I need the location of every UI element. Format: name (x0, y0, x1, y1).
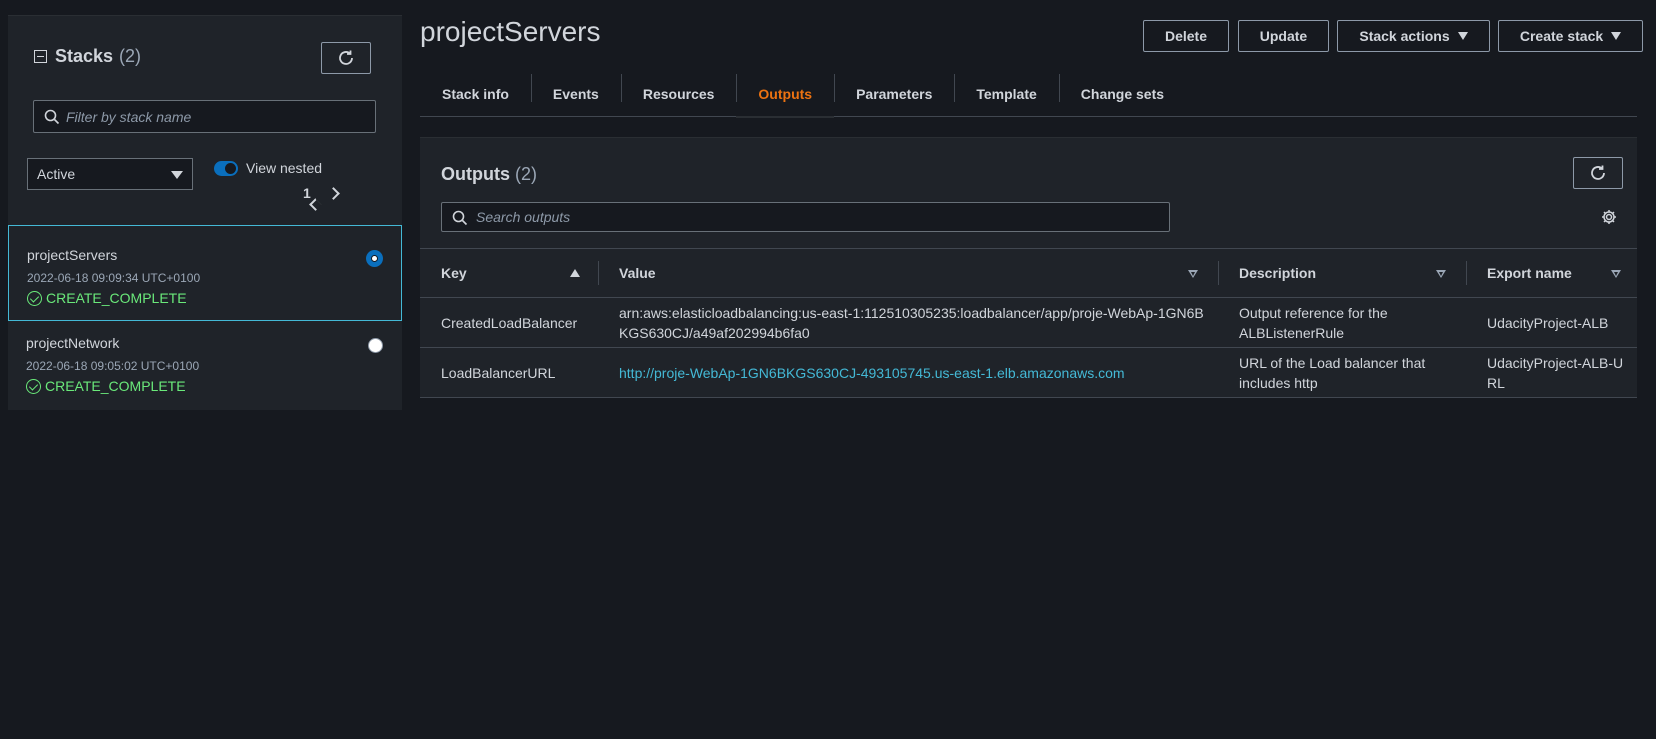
stack-actions-label: Stack actions (1359, 28, 1450, 44)
sort-asc-icon[interactable] (570, 269, 580, 277)
create-stack-label: Create stack (1519, 28, 1604, 44)
stack-status: CREATE_COMPLETE (27, 290, 383, 306)
chevron-left-icon[interactable] (309, 198, 322, 211)
cell-export-name: UdacityProject-ALB-URL (1487, 354, 1624, 391)
sort-desc-icon[interactable] (1188, 270, 1198, 278)
table-row: CreatedLoadBalancer arn:aws:elasticloadb… (420, 298, 1637, 348)
table-row: LoadBalancerURL http://proje-WebAp-1GN6B… (420, 348, 1637, 398)
column-label: Export name (1487, 265, 1572, 281)
outputs-title: Outputs (441, 164, 510, 184)
sort-desc-icon[interactable] (1611, 270, 1621, 278)
stacks-count: (2) (119, 46, 142, 66)
column-label: Value (619, 265, 656, 281)
gear-icon[interactable] (1601, 209, 1617, 225)
update-button[interactable]: Update (1238, 20, 1329, 52)
view-nested-toggle[interactable] (214, 161, 238, 176)
caret-down-icon (171, 171, 183, 179)
cell-key: CreatedLoadBalancer (441, 314, 578, 331)
check-circle-icon (26, 378, 41, 394)
stack-actions-button[interactable]: Stack actions (1337, 20, 1490, 52)
outputs-count: (2) (515, 164, 538, 184)
stack-filter-input[interactable] (66, 108, 375, 125)
column-header-key[interactable]: Key (420, 249, 598, 297)
stacks-panel: Stacks (2) Active View nested 1 projectS… (8, 15, 402, 410)
tab-change-sets[interactable]: Change sets (1058, 70, 1186, 117)
outputs-panel: Outputs (2) Key Value Description (420, 137, 1637, 398)
stack-name[interactable]: projectServers (27, 247, 383, 263)
stack-item[interactable]: projectNetwork 2022-06-18 09:05:02 UTC+0… (8, 314, 402, 410)
stack-filter-field[interactable] (33, 100, 376, 133)
stack-radio[interactable] (368, 338, 383, 353)
outputs-search-input[interactable] (476, 209, 1169, 225)
tab-resources[interactable]: Resources (620, 70, 737, 117)
column-label: Key (441, 265, 467, 281)
caret-down-icon (1611, 32, 1622, 40)
page-number[interactable]: 1 (303, 185, 311, 201)
outputs-search-field[interactable] (441, 202, 1170, 232)
cell-description: Output reference for the ALBListenerRule (1239, 304, 1388, 341)
column-label: Description (1239, 265, 1317, 281)
delete-button[interactable]: Delete (1143, 20, 1229, 52)
stack-status: CREATE_COMPLETE (26, 378, 384, 394)
status-filter-value: Active (37, 166, 76, 182)
refresh-icon (1591, 165, 1605, 180)
column-header-export-name[interactable]: Export name (1466, 249, 1637, 297)
status-filter-select[interactable]: Active (27, 158, 193, 190)
stack-radio-selected[interactable] (367, 251, 382, 266)
column-header-description[interactable]: Description (1218, 249, 1466, 297)
stack-status-text: CREATE_COMPLETE (46, 290, 187, 306)
outputs-refresh-button[interactable] (1573, 157, 1623, 189)
load-balancer-url-link[interactable]: http://proje-WebAp-1GN6BKGS630CJ-4931057… (619, 363, 1125, 383)
update-button-label: Update (1259, 28, 1308, 44)
page-title: projectServers (420, 16, 601, 47)
tab-outputs[interactable]: Outputs (736, 70, 834, 118)
tab-parameters[interactable]: Parameters (834, 70, 954, 117)
view-nested-label: View nested (246, 160, 323, 176)
tab-events[interactable]: Events (530, 70, 621, 117)
refresh-icon (339, 50, 353, 65)
stack-tabs: Stack info Events Resources Outputs Para… (420, 70, 1637, 118)
cell-export-name: UdacityProject-ALB (1487, 314, 1609, 331)
cell-value: arn:aws:elasticloadbalancing:us-east-1:1… (619, 304, 1204, 341)
stack-item[interactable]: projectServers 2022-06-18 09:09:34 UTC+0… (8, 225, 402, 321)
cell-key: LoadBalancerURL (441, 364, 556, 381)
stacks-refresh-button[interactable] (321, 42, 371, 74)
search-icon (44, 109, 60, 125)
sort-desc-icon[interactable] (1436, 270, 1446, 278)
check-circle-icon (27, 290, 42, 306)
collapse-icon[interactable] (34, 50, 47, 63)
search-icon (452, 210, 468, 226)
tab-template[interactable]: Template (954, 70, 1058, 117)
create-stack-button[interactable]: Create stack (1498, 20, 1643, 52)
stacks-header: Stacks (2) (34, 46, 141, 67)
stack-status-text: CREATE_COMPLETE (45, 378, 186, 394)
chevron-right-icon[interactable] (326, 186, 340, 200)
outputs-header: Outputs (2) (441, 164, 537, 185)
column-header-value[interactable]: Value (598, 249, 1218, 297)
outputs-table: Key Value Description Export name Create… (420, 248, 1637, 398)
cell-value: http://proje-WebAp-1GN6BKGS630CJ-4931057… (598, 348, 1218, 397)
table-header: Key Value Description Export name (420, 249, 1637, 298)
stack-date: 2022-06-18 09:05:02 UTC+0100 (26, 359, 200, 373)
tab-stack-info[interactable]: Stack info (420, 70, 531, 117)
caret-down-icon (1457, 32, 1468, 40)
pagination: 1 (303, 185, 340, 211)
stack-name[interactable]: projectNetwork (26, 335, 384, 351)
cell-description: URL of the Load balancer that includes h… (1239, 354, 1426, 391)
delete-button-label: Delete (1164, 28, 1208, 44)
stacks-title: Stacks (55, 46, 114, 66)
stack-date: 2022-06-18 09:09:34 UTC+0100 (27, 271, 201, 285)
